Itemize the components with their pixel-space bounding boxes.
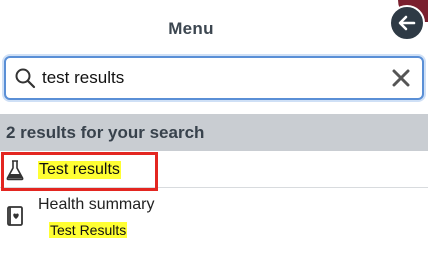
search-icon xyxy=(14,67,36,89)
results-summary: 2 results for your search xyxy=(0,114,428,151)
result-label: Health summary xyxy=(38,196,155,213)
search-input[interactable] xyxy=(42,68,386,88)
results-summary-text: 2 results for your search xyxy=(6,122,205,142)
result-item-health-summary[interactable]: Health summary Test Results xyxy=(0,188,428,248)
clear-search-button[interactable] xyxy=(386,63,416,93)
selection-highlight-box xyxy=(1,152,158,191)
back-button[interactable] xyxy=(389,5,425,41)
page-title: Menu xyxy=(168,19,214,38)
health-summary-icon xyxy=(7,206,23,226)
arrow-left-icon xyxy=(398,15,416,31)
close-icon xyxy=(392,69,410,87)
search-box[interactable] xyxy=(4,56,424,100)
result-sublabel: Test Results xyxy=(49,222,128,238)
